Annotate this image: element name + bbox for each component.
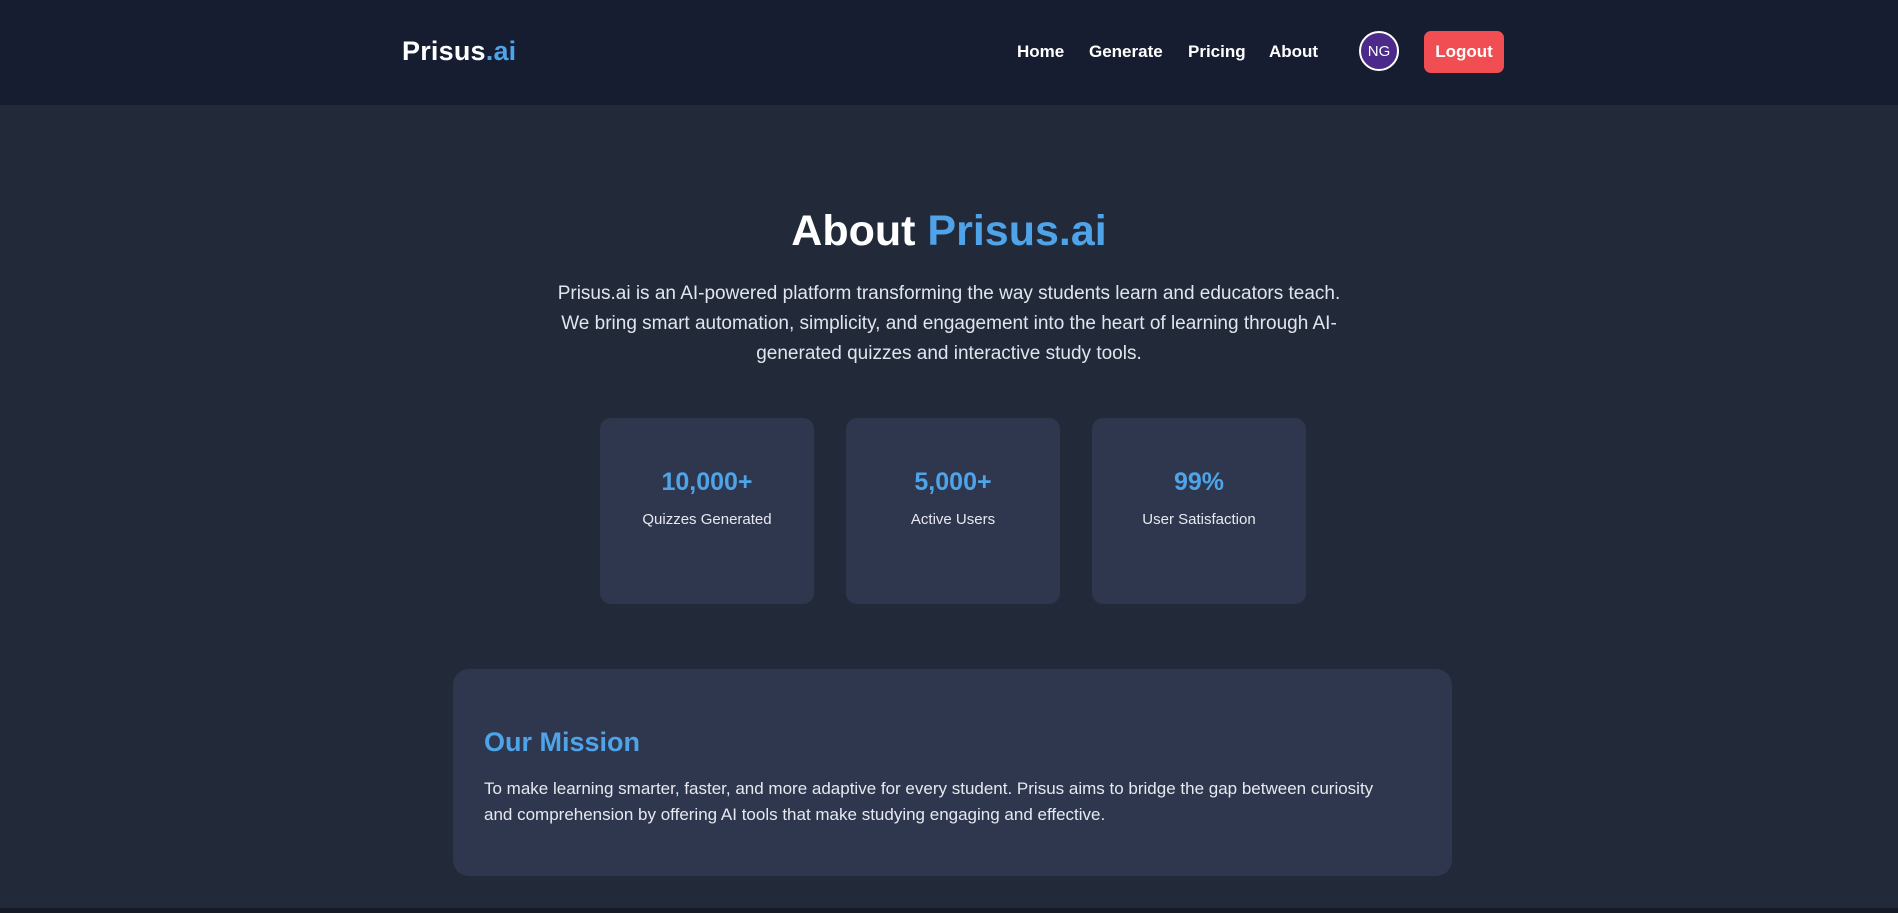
stat-card-quizzes: 10,000+ Quizzes Generated [600,418,814,604]
navbar: Prisus.ai Home Generate Pricing About NG… [0,0,1898,105]
mission-title: Our Mission [484,727,641,757]
mission-text: To make learning smarter, faster, and mo… [484,779,1374,824]
nav-link-about[interactable]: About [1269,42,1318,62]
page-title-accent: Prisus.ai [927,207,1107,255]
page-title: About Prisus.ai [0,207,1898,256]
brand-logo[interactable]: Prisus.ai [402,36,516,67]
stat-label: Active Users [910,511,996,528]
user-avatar[interactable]: NG [1359,31,1399,71]
mission-card: Our Mission To make learning smarter, fa… [453,669,1452,876]
nav-link-home[interactable]: Home [1017,42,1064,62]
nav-link-pricing[interactable]: Pricing [1188,42,1246,62]
nav-link-generate[interactable]: Generate [1089,42,1163,62]
about-description: Prisus.ai is an AI-powered platform tran… [557,283,1341,364]
stat-value: 10,000+ [661,468,753,496]
logo-main-text: Prisus [402,36,486,66]
stat-card-users: 5,000+ Active Users [846,418,1060,604]
bottom-divider [0,908,1898,913]
logout-button[interactable]: Logout [1424,31,1504,73]
stat-value: 99% [1173,468,1225,496]
stat-label: Quizzes Generated [642,511,772,528]
stat-label: User Satisfaction [1142,511,1256,528]
stat-card-satisfaction: 99% User Satisfaction [1092,418,1306,604]
page-title-main: About [791,207,916,255]
stat-value: 5,000+ [914,468,992,496]
logo-accent-text: .ai [485,36,517,66]
